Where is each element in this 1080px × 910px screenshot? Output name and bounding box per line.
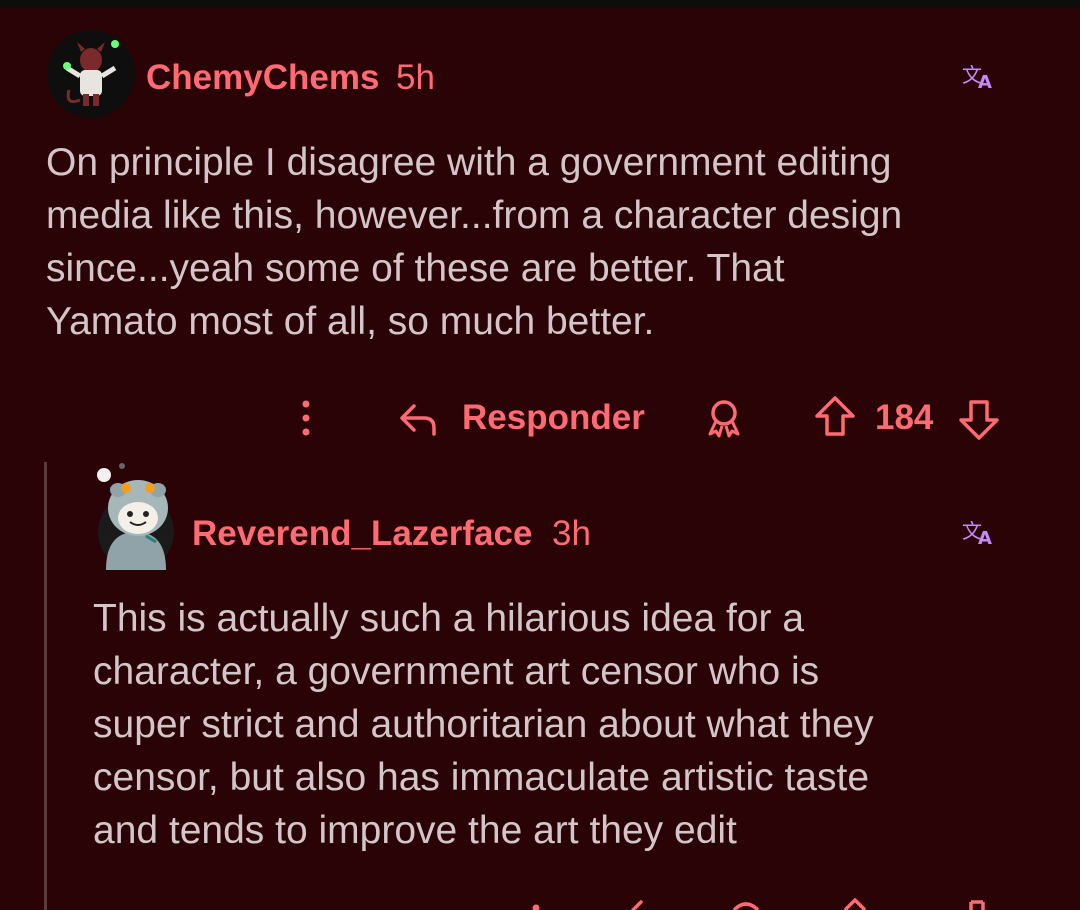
downvote-icon[interactable] [962, 900, 992, 910]
comment-text-line: character, a government art censor who i… [93, 650, 820, 693]
comment-text-line: media like this, however...from a charac… [46, 194, 903, 237]
award-icon[interactable] [728, 900, 764, 910]
translate-icon[interactable]: 文 A [962, 58, 996, 93]
top-bar [0, 0, 1080, 7]
comment-text-line: since...yeah some of these are better. T… [46, 247, 785, 290]
avatar[interactable] [47, 30, 135, 118]
more-options-icon[interactable] [530, 902, 542, 910]
username[interactable]: Reverend_Lazerface [192, 514, 532, 554]
reply-label: Responder [462, 398, 645, 437]
comment-thread: ChemyChems 5h 文 A On principle I disagre… [0, 0, 1080, 910]
translate-icon[interactable]: 文 A [962, 514, 996, 549]
timestamp: 3h [552, 514, 591, 553]
svg-text:A: A [978, 528, 992, 548]
comment-text-line: This is actually such a hilarious idea f… [93, 597, 805, 640]
avatar[interactable] [96, 462, 176, 572]
vote-count: 184 [875, 398, 934, 437]
reply-icon[interactable] [625, 900, 645, 910]
award-icon[interactable] [702, 396, 746, 440]
svg-text:A: A [978, 72, 992, 92]
upvote-icon[interactable] [840, 898, 870, 910]
thread-line[interactable] [44, 462, 47, 910]
comment-text-line: Yamato most of all, so much better. [46, 300, 655, 343]
reply-button[interactable]: Responder [396, 396, 645, 440]
comment-text-line: On principle I disagree with a governmen… [46, 141, 892, 184]
timestamp: 5h [396, 58, 435, 97]
reply-icon [400, 404, 436, 436]
comment-text-line: super strict and authoritarian about wha… [93, 703, 874, 746]
comment-text-line: and tends to improve the art they edit [93, 809, 737, 852]
comment-text-line: censor, but also has immaculate artistic… [93, 756, 870, 799]
username[interactable]: ChemyChems [146, 58, 379, 98]
more-options-icon[interactable] [296, 398, 316, 438]
upvote-icon[interactable] [813, 394, 857, 440]
downvote-icon[interactable] [957, 396, 1001, 442]
